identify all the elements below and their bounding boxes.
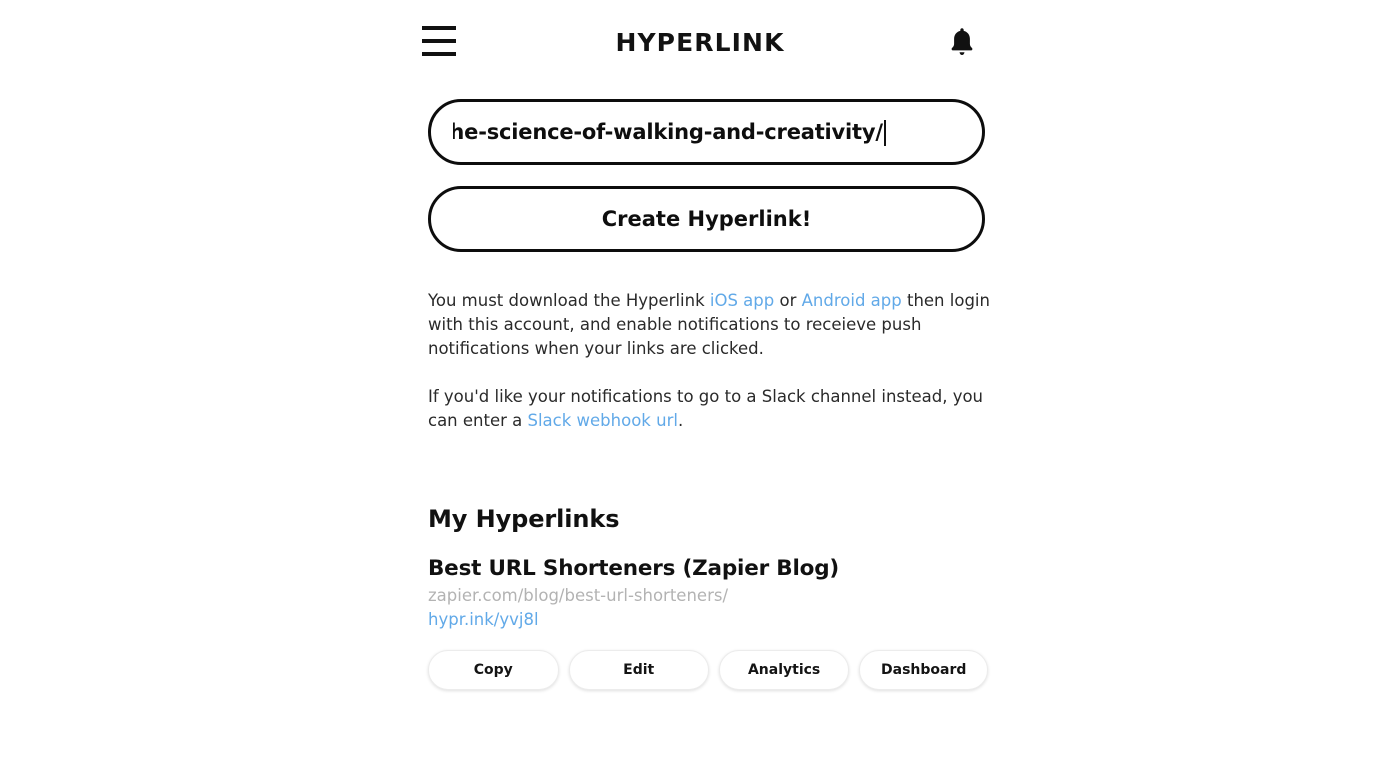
help-p2-part2: . [677,411,684,431]
dashboard-button[interactable]: Dashboard [859,650,988,690]
app-title: HYPERLINK [615,28,785,57]
create-hyperlink-button[interactable]: Create Hyperlink! [428,186,985,252]
edit-button[interactable]: Edit [568,650,709,690]
hyperlink-item-actions: Copy Edit Analytics Dashboard [428,650,988,690]
help-p2-part1: If you'd like your notifications to go t… [428,387,984,431]
slack-webhook-link[interactable]: Slack webhook url [528,411,678,430]
help-paragraph-slack: If you'd like your notifications to go t… [428,385,990,433]
text-caret [883,120,886,146]
url-input-value: n/blog/the-science-of-walking-and-creati… [453,120,883,144]
app-header: HYPERLINK [0,0,1400,88]
hyperlink-item-title: Best URL Shorteners (Zapier Blog) [428,556,840,581]
help-p1-part2: or [774,291,802,310]
hyperlink-item-short-url[interactable]: hypr.ink/yvj8l [428,610,539,629]
help-paragraph-apps: You must download the Hyperlink iOS app … [428,289,990,362]
android-app-link[interactable]: Android app [802,291,902,310]
header-inner: HYPERLINK [421,0,979,88]
url-input[interactable]: n/blog/the-science-of-walking-and-creati… [428,99,985,165]
analytics-button[interactable]: Analytics [718,650,850,690]
help-p1-part1: You must download the Hyperlink [428,291,710,310]
copy-button[interactable]: Copy [428,650,559,690]
url-input-inner: n/blog/the-science-of-walking-and-creati… [453,102,960,162]
ios-app-link[interactable]: iOS app [710,291,774,310]
bell-icon[interactable] [945,24,979,60]
my-hyperlinks-heading: My Hyperlinks [428,505,620,533]
app-page: HYPERLINK n/blog/the-science-of-walking-… [0,0,1400,766]
hyperlink-item-original-url: zapier.com/blog/best-url-shorteners/ [428,586,729,605]
